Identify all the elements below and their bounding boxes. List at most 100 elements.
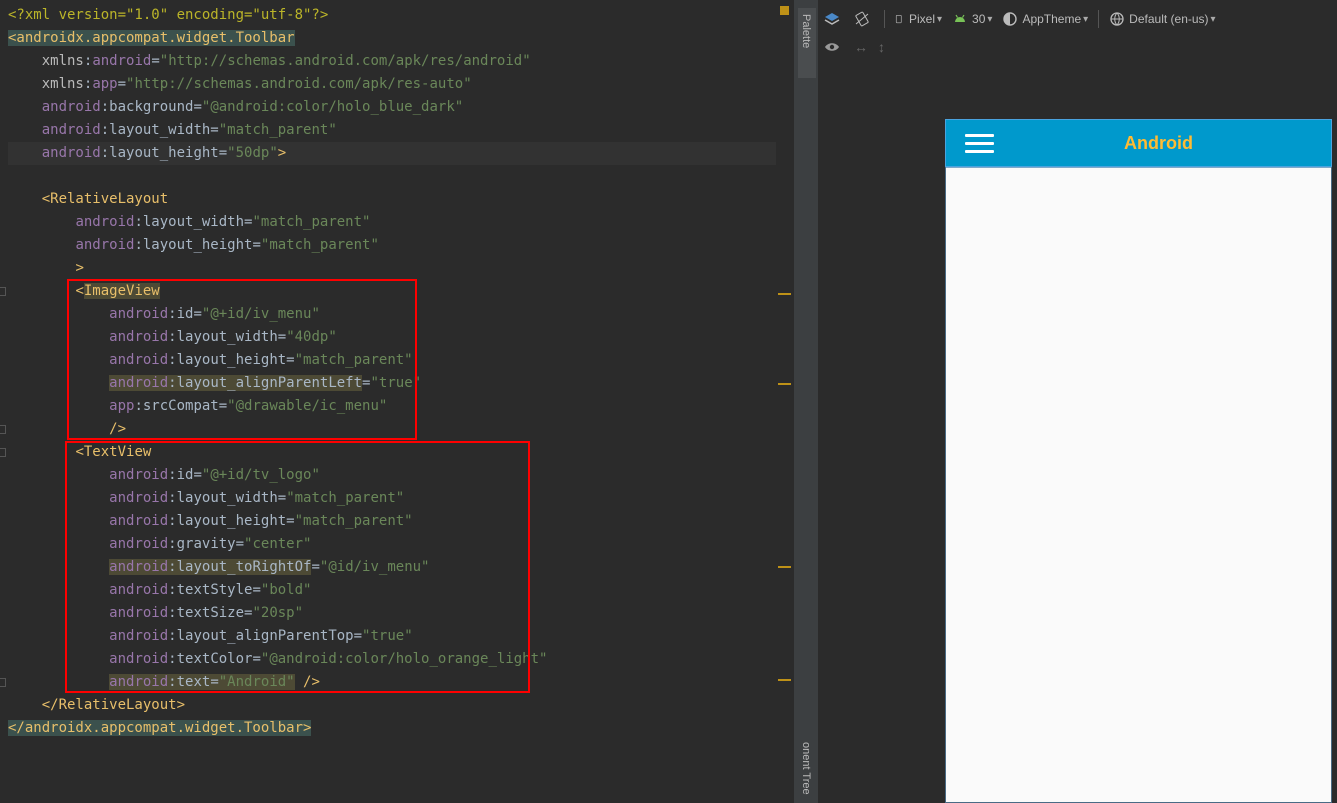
phone-icon	[895, 14, 902, 24]
vertical-arrows-icon[interactable]: ↕	[878, 39, 885, 55]
palette-strip: Palette	[793, 0, 819, 803]
code-token: "http://schemas.android.com/apk/res/andr…	[159, 53, 531, 69]
code-token: :background=	[100, 99, 202, 115]
code-token: "match_parent"	[260, 237, 379, 253]
code-token: :layout_width=	[134, 214, 253, 230]
design-subtoolbar: ↔ ↕	[818, 36, 1337, 58]
api-dropdown[interactable]: 30 ▾	[952, 11, 992, 27]
code-token: >	[75, 260, 84, 276]
code-token: =	[117, 76, 127, 92]
orientation-icon[interactable]	[854, 11, 874, 27]
api-label: 30	[972, 12, 986, 26]
inspection-status-icon[interactable]	[780, 6, 789, 15]
code-line[interactable]	[8, 165, 793, 188]
warning-marker[interactable]	[778, 293, 791, 295]
editor-scroll-markers	[776, 0, 793, 803]
preview-title[interactable]: Android	[986, 120, 1331, 167]
fold-marker[interactable]	[0, 287, 6, 296]
code-token: <?xml version="1.0" encoding="utf-8"?>	[8, 7, 329, 23]
android-icon	[955, 14, 966, 22]
horizontal-arrows-icon[interactable]: ↔	[854, 39, 868, 55]
locale-dropdown[interactable]: Default (en-us) ▾	[1109, 11, 1216, 27]
code-line[interactable]: android:layout_height="50dp">	[8, 142, 793, 165]
code-editor[interactable]: <?xml version="1.0" encoding="utf-8"?> <a…	[0, 0, 793, 803]
code-token: :layout_width=	[100, 122, 219, 138]
code-token: "@android:color/holo_blue_dark"	[201, 99, 464, 115]
code-line[interactable]: <?xml version="1.0" encoding="utf-8"?>	[8, 4, 793, 27]
fold-marker[interactable]	[0, 448, 6, 457]
toolbar-divider	[1098, 10, 1100, 28]
code-token: =	[151, 53, 160, 69]
highlight-box-textview	[65, 441, 530, 693]
fold-marker[interactable]	[0, 678, 6, 687]
code-token: android	[41, 99, 101, 115]
eye-icon[interactable]	[824, 39, 844, 55]
layers-icon[interactable]	[824, 11, 844, 27]
locale-label: Default (en-us)	[1129, 12, 1209, 26]
palette-tab-label[interactable]: Palette	[800, 14, 812, 48]
code-line[interactable]: <RelativeLayout	[8, 188, 793, 211]
theme-label: AppTheme	[1022, 12, 1082, 26]
code-line[interactable]: xmlns:app="http://schemas.android.com/ap…	[8, 73, 793, 96]
code-token: android	[92, 53, 152, 69]
code-line[interactable]: xmlns:android="http://schemas.android.co…	[8, 50, 793, 73]
theme-dropdown[interactable]: AppTheme ▾	[1002, 11, 1088, 27]
globe-icon	[1110, 12, 1124, 26]
code-token: "50dp"	[227, 145, 278, 161]
code-line[interactable]: <androidx.appcompat.widget.Toolbar	[8, 27, 793, 50]
code-token: "match_parent"	[252, 214, 371, 230]
code-line[interactable]: android:layout_width="match_parent"	[8, 211, 793, 234]
code-line[interactable]: android:layout_width="match_parent"	[8, 119, 793, 142]
code-token: <androidx.appcompat.widget.Toolbar	[8, 30, 295, 46]
chevron-down-icon: ▾	[1083, 13, 1089, 25]
code-token: xmlns	[41, 76, 84, 92]
code-line[interactable]: android:layout_height="match_parent"	[8, 234, 793, 257]
code-token: android	[41, 145, 101, 161]
component-tree-label[interactable]: onent Tree	[800, 742, 812, 795]
code-token: android	[41, 122, 101, 138]
code-token: "match_parent"	[218, 122, 337, 138]
editor-gutter	[0, 0, 8, 803]
preview-toolbar[interactable]: Android	[946, 120, 1331, 168]
code-token: :layout_height=	[100, 145, 228, 161]
code-line[interactable]: </androidx.appcompat.widget.Toolbar>	[8, 717, 793, 740]
device-label: Pixel	[909, 12, 936, 26]
code-token: >	[277, 145, 287, 161]
code-token: android	[75, 214, 135, 230]
code-token: <RelativeLayout	[41, 191, 169, 207]
code-line[interactable]: android:background="@android:color/holo_…	[8, 96, 793, 119]
highlight-box-imageview	[67, 279, 417, 440]
code-token: android	[75, 237, 135, 253]
warning-marker[interactable]	[778, 566, 791, 568]
device-dropdown[interactable]: Pixel ▾	[895, 11, 942, 27]
code-token: :layout_height=	[134, 237, 261, 253]
code-line[interactable]: </RelativeLayout>	[8, 694, 793, 717]
device-preview[interactable]: Android	[945, 119, 1332, 803]
code-token: app	[92, 76, 118, 92]
chevron-down-icon: ▾	[1210, 13, 1216, 25]
code-token: </RelativeLayout>	[41, 697, 186, 713]
code-line[interactable]: >	[8, 257, 793, 280]
chevron-down-icon: ▾	[937, 13, 943, 25]
code-token: </androidx.appcompat.widget.Toolbar>	[8, 720, 312, 736]
design-toolbar: Pixel ▾ 30 ▾ AppTheme ▾ Default (en-us) ▾	[818, 6, 1337, 32]
chevron-down-icon: ▾	[987, 13, 993, 25]
code-token: xmlns	[41, 53, 84, 69]
fold-marker[interactable]	[0, 425, 6, 434]
warning-marker[interactable]	[778, 383, 791, 385]
theme-icon	[1003, 12, 1018, 26]
toolbar-divider	[884, 10, 885, 28]
code-token: "http://schemas.android.com/apk/res-auto…	[126, 76, 472, 92]
warning-marker[interactable]	[778, 679, 791, 681]
